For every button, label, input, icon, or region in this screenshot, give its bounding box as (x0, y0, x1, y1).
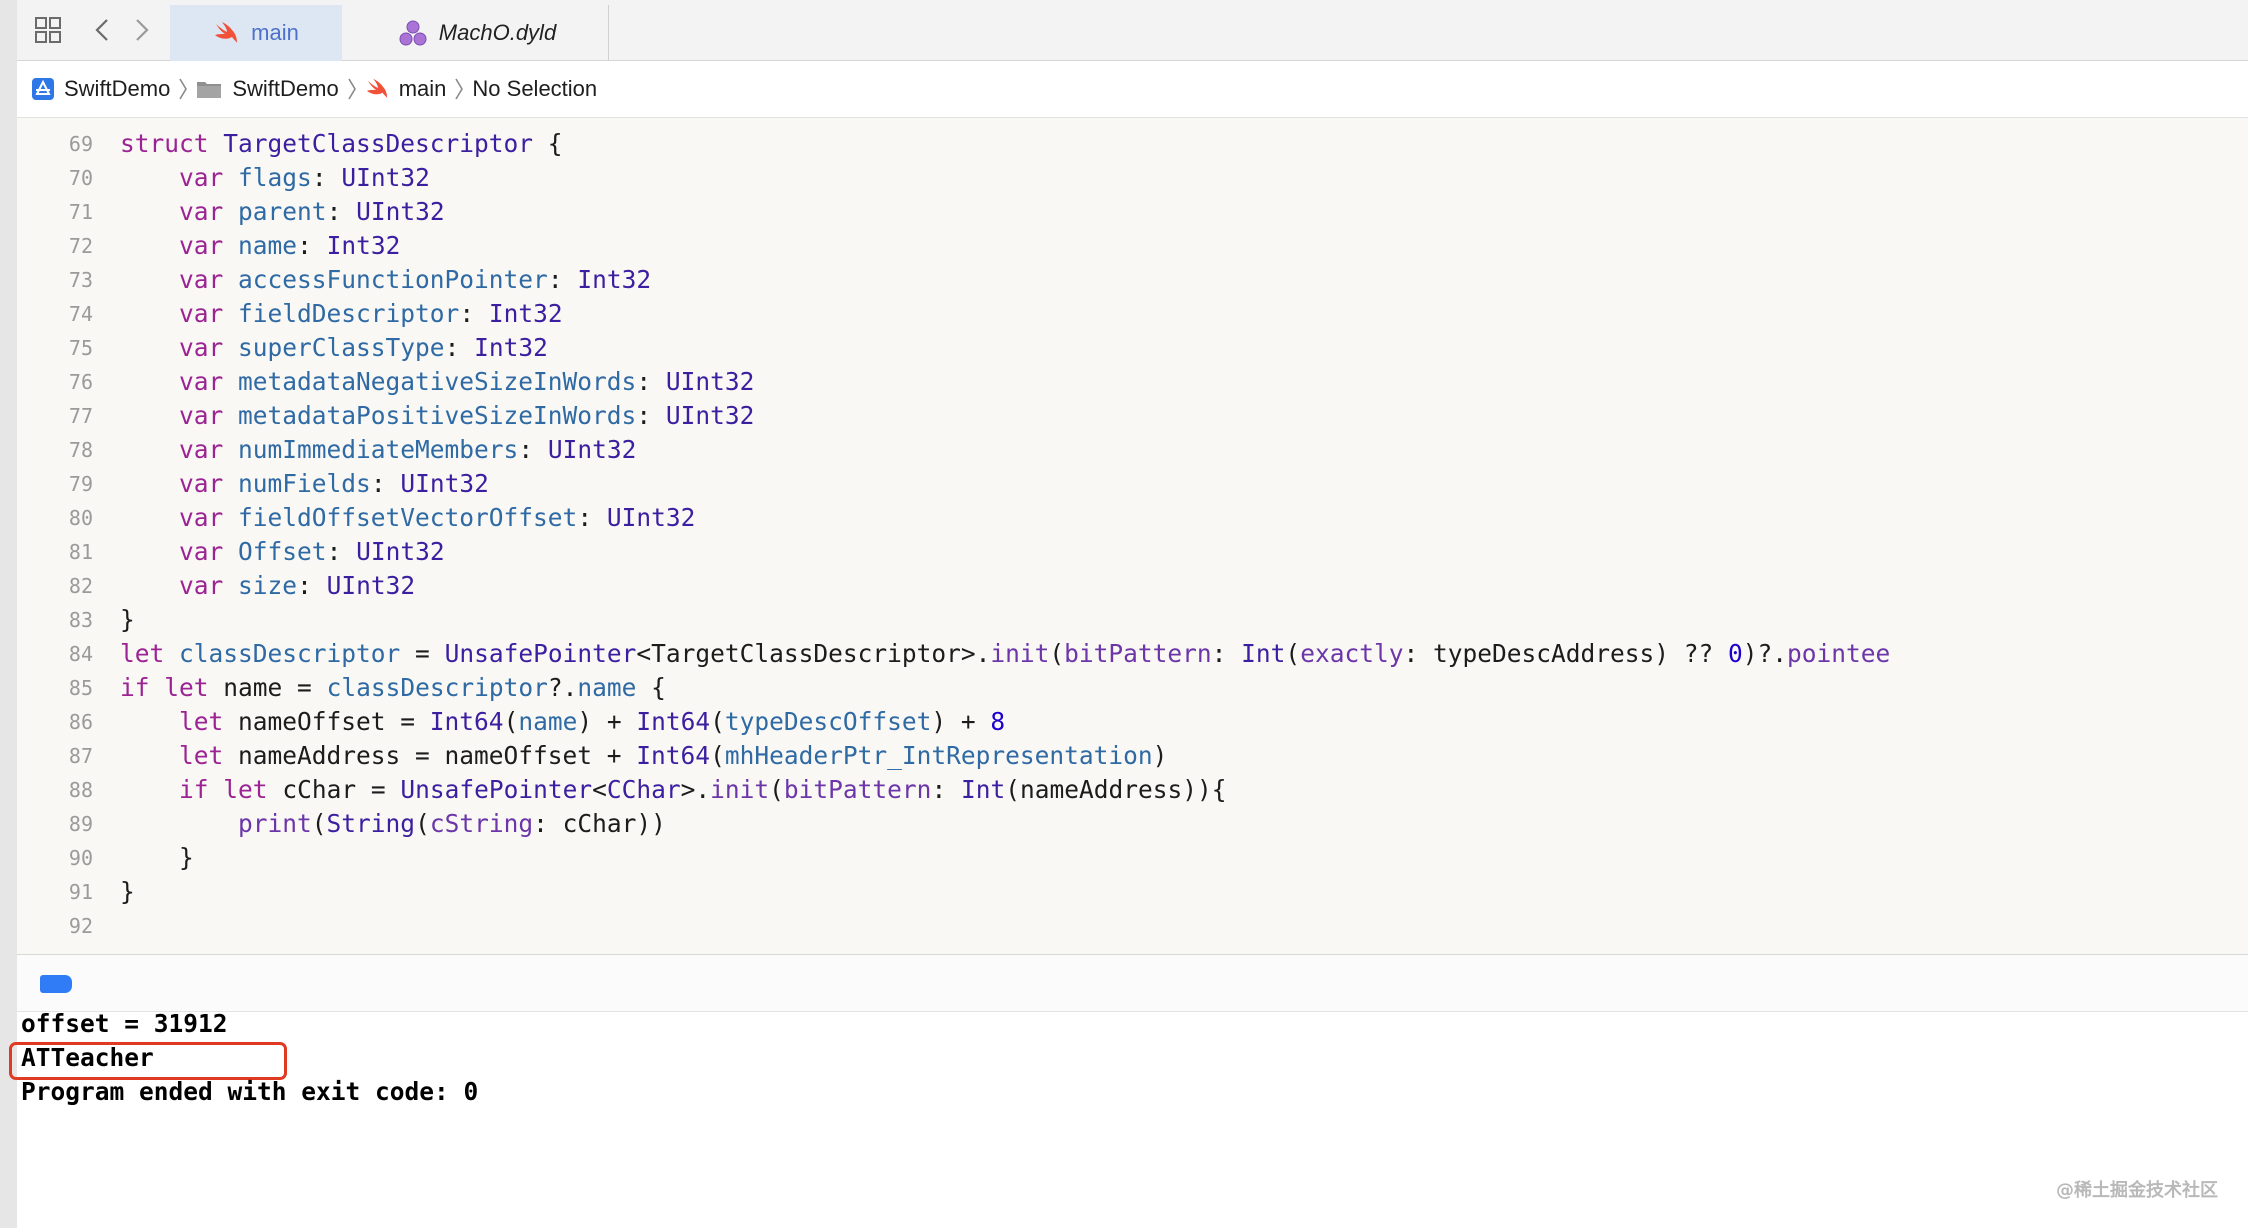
code-text: let nameAddress = nameOffset + Int64(mhH… (179, 741, 1168, 770)
code-text: var size: UInt32 (179, 571, 416, 600)
code-text: var superClassType: Int32 (179, 333, 548, 362)
line-number: 73 (68, 268, 93, 292)
code-text: var fieldDescriptor: Int32 (179, 299, 563, 328)
line-number: 81 (68, 540, 93, 564)
tab-label: main (251, 20, 299, 45)
code-text: } (120, 877, 135, 906)
code-text: struct TargetClassDescriptor { (120, 129, 563, 158)
code-text: let nameOffset = Int64(name) + Int64(typ… (179, 707, 1006, 736)
code-text: print(String(cString: cChar)) (238, 809, 666, 838)
xcode-project-icon (32, 78, 54, 100)
line-number: 76 (68, 370, 93, 394)
breadcrumb-item-project[interactable]: SwiftDemo (32, 76, 170, 102)
line-number: 90 (68, 846, 93, 870)
code-text: var metadataPositiveSizeInWords: UInt32 (179, 401, 755, 430)
line-number: 70 (68, 166, 93, 190)
line-number: 88 (68, 778, 93, 802)
code-text: var name: Int32 (179, 231, 401, 260)
code-text: var Offset: UInt32 (179, 537, 445, 566)
line-number: 71 (68, 200, 93, 224)
breadcrumb-label: SwiftDemo (232, 76, 339, 101)
source-editor[interactable]: 69 struct TargetClassDescriptor { 70 var f… (17, 118, 2248, 954)
line-number: 86 (68, 710, 93, 734)
breadcrumb-label: No Selection (472, 76, 598, 101)
breadcrumb-item-file[interactable]: main (365, 76, 447, 102)
code-text: if let name = classDescriptor?.name { (120, 673, 666, 702)
code-text: var flags: UInt32 (179, 163, 430, 192)
code-text: var numFields: UInt32 (179, 469, 489, 498)
code-text: if let cChar = UnsafePointer<CChar>.init… (179, 775, 1227, 804)
console-line: Program ended with exit code: 0 (21, 1077, 479, 1106)
console-output[interactable]: offset = 31912 ATTeacher Program ended w… (9, 1009, 2248, 1228)
tab-label: MachO.dyld (438, 20, 557, 45)
breadcrumb-item-folder[interactable]: SwiftDemo (196, 76, 339, 102)
code-text: var numImmediateMembers: UInt32 (179, 435, 637, 464)
line-number: 91 (68, 880, 93, 904)
code-text: var metadataNegativeSizeInWords: UInt32 (179, 367, 755, 396)
debug-bar (17, 954, 2248, 1012)
line-number: 92 (68, 914, 93, 938)
line-number: 85 (68, 676, 93, 700)
watermark: @稀土掘金技术社区 (2056, 1180, 2218, 1201)
code-text: let classDescriptor = UnsafePointer<Targ… (120, 639, 1891, 668)
chevron-right-icon (454, 77, 464, 101)
line-number: 80 (68, 506, 93, 530)
line-number: 75 (68, 336, 93, 360)
line-number: 83 (68, 608, 93, 632)
console-line: ATTeacher (21, 1043, 154, 1072)
line-number: 89 (68, 812, 93, 836)
chevron-right-icon (178, 77, 188, 101)
code-text: var accessFunctionPointer: Int32 (179, 265, 652, 294)
breadcrumb: SwiftDemo SwiftDemo main No Selection (17, 61, 2248, 118)
line-number: 87 (68, 744, 93, 768)
breakpoint-toggle-icon[interactable] (40, 975, 72, 993)
line-number: 77 (68, 404, 93, 428)
line-number: 84 (68, 642, 93, 666)
tab-macho-dyld[interactable]: MachO.dyld (347, 5, 609, 61)
grid-icon[interactable] (31, 0, 65, 60)
code-text: var fieldOffsetVectorOffset: UInt32 (179, 503, 696, 532)
forward-chevron-icon[interactable] (127, 0, 157, 60)
swift-file-icon (365, 78, 389, 100)
tab-main[interactable]: main (170, 5, 342, 61)
breadcrumb-label: SwiftDemo (64, 76, 171, 101)
line-number: 69 (68, 132, 93, 156)
line-number: 74 (68, 302, 93, 326)
breadcrumb-label: main (398, 76, 447, 101)
editor-tab-bar: main MachO.dyld (17, 0, 2248, 61)
code-text: var parent: UInt32 (179, 197, 445, 226)
code-text: } (120, 843, 194, 872)
breadcrumb-item-selection[interactable]: No Selection (472, 76, 597, 102)
line-number: 78 (68, 438, 93, 462)
line-number: 82 (68, 574, 93, 598)
code-text: } (120, 605, 135, 634)
chevron-right-icon (347, 77, 357, 101)
back-chevron-icon[interactable] (87, 0, 117, 60)
swift-file-icon (213, 21, 239, 45)
line-number: 79 (68, 472, 93, 496)
folder-icon (196, 79, 222, 99)
line-number: 72 (68, 234, 93, 258)
console-line: offset = 31912 (21, 1009, 228, 1038)
package-icon (399, 20, 427, 46)
